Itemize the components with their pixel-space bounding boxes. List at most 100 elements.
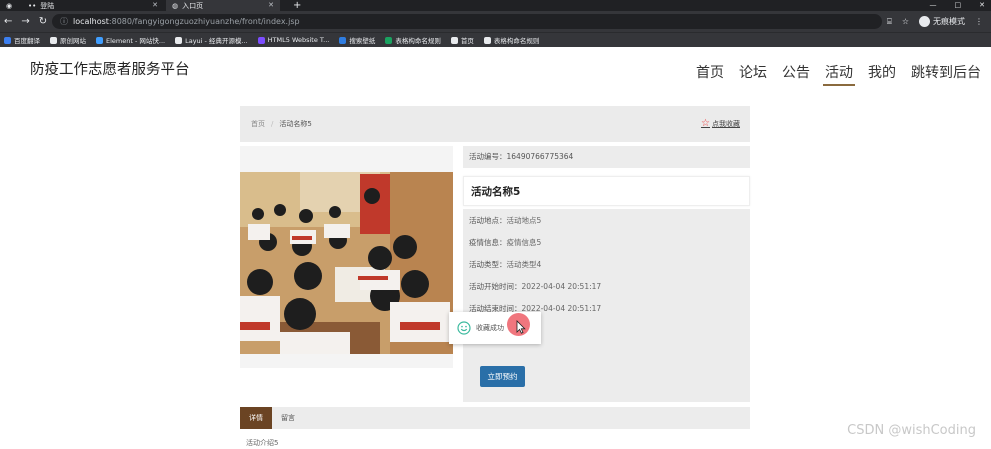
browser-tab-entry[interactable]: ◍ 入口页 ✕ (166, 0, 280, 11)
breadcrumb-separator: / (271, 120, 274, 128)
tab-title: 入口页 (182, 1, 204, 10)
bookmark-favicon-icon (257, 36, 265, 44)
bookmark-item[interactable]: 表格构命名规则 (483, 35, 540, 45)
url-bar[interactable]: ⓘ localhost:8080/fangyigongzuozhiyuanzhe… (52, 14, 882, 29)
browser-tab-bar: ◉ •• 登陆 ✕ ◍ 入口页 ✕ + — □ ✕ (0, 0, 991, 11)
bookmark-favicon-icon (96, 36, 103, 44)
detail-label: 活动类型： (469, 260, 507, 269)
detail-label: 活动开始时间： (469, 282, 522, 291)
activity-title: 活动名称5 (471, 186, 521, 198)
back-icon[interactable]: ← (4, 16, 12, 27)
bookmark-favicon-icon (339, 36, 347, 44)
info-icon: ⓘ (60, 17, 68, 26)
chrome-icon: ◉ (6, 1, 13, 10)
bookmark-star-icon[interactable]: ☆ (902, 17, 909, 26)
bookmark-item[interactable]: 原创网站 (50, 35, 86, 45)
incognito-indicator[interactable]: 无痕模式 (919, 16, 965, 27)
bookmark-item[interactable]: Element - 网站快... (96, 35, 165, 45)
bookmark-label: 百度翻译 (14, 37, 40, 45)
incognito-label: 无痕模式 (933, 17, 965, 26)
browser-nav: ← → ↻ (4, 11, 47, 32)
bookmark-label: 原创网站 (60, 37, 86, 45)
url-path: :8080/fangyigongzuozhiyuanzhe/front/inde… (108, 17, 300, 26)
bookmark-label: 表格构命名规则 (395, 37, 441, 45)
activity-photo (240, 172, 453, 354)
image-panel (240, 146, 453, 368)
detail-row: 活动地点：活动地点5 (469, 215, 541, 226)
bookmarks-bar: 百度翻译 原创网站 Element - 网站快... Layui - 经典开源模...… (0, 32, 991, 47)
detail-row: 活动类型：活动类型4 (469, 259, 541, 270)
bookmark-favicon-icon (175, 36, 183, 44)
detail-label: 活动地点： (469, 216, 507, 225)
nav-item-4[interactable]: 我的 (868, 62, 896, 82)
bookmark-item[interactable]: 首页 (450, 35, 474, 45)
breadcrumb-current: 活动名称5 (279, 120, 312, 128)
bookmark-item[interactable]: HTML5 Website T... (257, 36, 330, 44)
detail-row: 疫情信息：疫情信息5 (469, 237, 541, 248)
menu-icon[interactable]: ⋮ (975, 17, 983, 26)
bookmark-item[interactable]: 表格构命名规则 (385, 35, 441, 45)
smile-icon (457, 321, 471, 335)
book-now-button[interactable]: 立即预约 (480, 366, 525, 387)
bookmark-label: Element - 网站快... (106, 37, 166, 45)
close-tab-icon[interactable]: ✕ (268, 0, 274, 11)
toast-text: 收藏成功 (476, 324, 504, 332)
bookmark-favicon-icon (450, 36, 458, 44)
bookmark-favicon-icon (50, 36, 57, 44)
bookmark-label: HTML5 Website T... (267, 36, 330, 44)
watermark: CSDN @wishCoding (847, 423, 976, 438)
nav-item-3[interactable]: 活动 (823, 62, 855, 86)
detail-tab-1[interactable]: 留言 (272, 407, 304, 429)
nav-item-2[interactable]: 公告 (782, 62, 810, 82)
detail-value: 活动类型4 (506, 260, 542, 269)
favorite-label: 点我收藏 (712, 120, 740, 128)
activity-intro: 活动介绍5 (246, 439, 279, 447)
new-tab-button[interactable]: + (293, 0, 301, 11)
browser-tab-login[interactable]: •• 登陆 ✕ (22, 0, 164, 11)
translate-icon[interactable]: ⌸ (887, 17, 892, 27)
breadcrumb-home[interactable]: 首页 (251, 119, 265, 129)
globe-icon: ◍ (172, 1, 179, 10)
bookmark-label: 搜索壁纸 (349, 37, 376, 45)
bookmark-label: 表格构命名规则 (493, 37, 540, 45)
detail-tab-strip: 详情 留言 (240, 407, 750, 429)
bookmark-item[interactable]: 百度翻译 (4, 35, 40, 45)
nav-item-0[interactable]: 首页 (696, 62, 724, 82)
nav-item-1[interactable]: 论坛 (739, 62, 767, 82)
bookmark-favicon-icon (483, 36, 491, 44)
close-tab-icon[interactable]: ✕ (152, 0, 158, 11)
activity-title-card: 活动名称5 (463, 176, 750, 206)
bookmark-label: Layui - 经典开源模... (185, 37, 248, 45)
site-title: 防疫工作志愿者服务平台 (30, 62, 190, 78)
favorite-link[interactable]: ☆ 点我收藏 (701, 106, 740, 142)
bookmark-favicon-icon (4, 36, 11, 44)
bookmark-label: 首页 (460, 37, 474, 45)
activity-id-value: 16490766775364 (506, 152, 574, 161)
close-window-icon[interactable]: ✕ (979, 0, 985, 11)
nav-item-5[interactable]: 跳转到后台 (911, 62, 981, 82)
detail-value: 活动地点5 (506, 216, 542, 225)
main-nav: 首页 论坛 公告 活动 我的 跳转到后台 (696, 62, 981, 86)
tab-title: 登陆 (40, 1, 55, 10)
browser-toolbar: ← → ↻ ⓘ localhost:8080/fangyigongzuozhiy… (0, 11, 991, 32)
breadcrumb: 首页 / 活动名称5 ☆ 点我收藏 (240, 106, 750, 142)
tab-favicon-icon: •• (28, 1, 37, 10)
minimize-icon[interactable]: — (930, 0, 937, 11)
detail-label: 疫情信息： (469, 238, 507, 247)
detail-tab-0[interactable]: 详情 (240, 407, 272, 429)
bookmark-favicon-icon (385, 36, 393, 44)
detail-row: 活动开始时间：2022-04-04 20:51:17 (469, 281, 601, 292)
toolbar-right: ⌸ ☆ 无痕模式 ⋮ (887, 11, 983, 32)
star-icon: ☆ (701, 118, 710, 129)
activity-id-row: 活动编号：16490766775364 (463, 146, 750, 168)
bookmark-item[interactable]: Layui - 经典开源模... (175, 35, 248, 45)
activity-id-label: 活动编号： (469, 152, 507, 161)
maximize-icon[interactable]: □ (955, 0, 962, 11)
forward-icon[interactable]: → (21, 16, 29, 27)
browser-tab-pinned[interactable]: ◉ (0, 0, 20, 11)
reload-icon[interactable]: ↻ (39, 16, 47, 27)
window-controls: — □ ✕ (930, 0, 986, 11)
url-host: localhost (73, 17, 109, 26)
bookmark-item[interactable]: 搜索壁纸 (339, 35, 375, 45)
incognito-icon (919, 16, 930, 27)
